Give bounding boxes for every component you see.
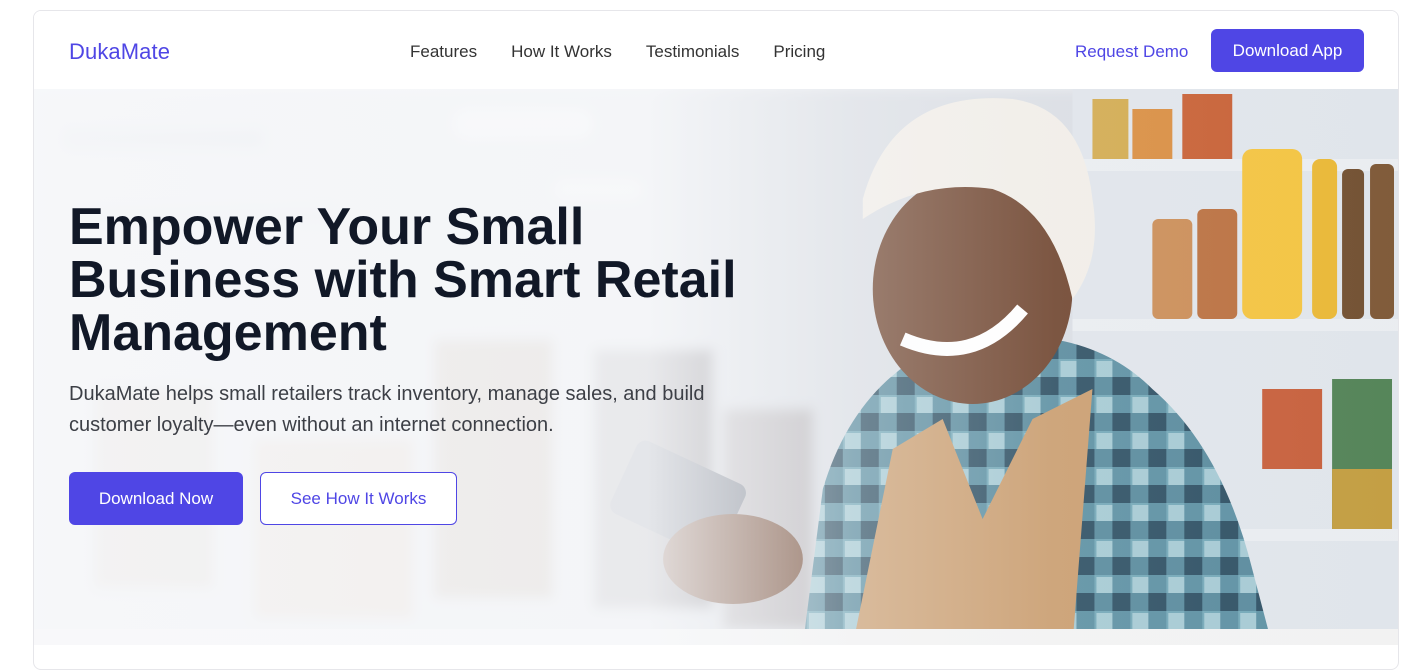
page-frame: DukaMate Features How It Works Testimoni… (33, 10, 1399, 670)
request-demo-link[interactable]: Request Demo (1075, 42, 1188, 62)
hero-section: Empower Your Small Business with Smart R… (34, 89, 1398, 645)
see-how-it-works-button[interactable]: See How It Works (260, 472, 457, 525)
hero-overlay (34, 89, 1398, 645)
nav-link-pricing[interactable]: Pricing (773, 42, 825, 62)
brand-logo[interactable]: DukaMate (69, 39, 170, 65)
nav-link-how-it-works[interactable]: How It Works (511, 42, 612, 62)
download-app-button[interactable]: Download App (1211, 29, 1364, 72)
download-now-button[interactable]: Download Now (69, 472, 243, 525)
nav-link-features[interactable]: Features (410, 42, 477, 62)
nav-links: Features How It Works Testimonials Prici… (410, 42, 825, 62)
nav-link-testimonials[interactable]: Testimonials (646, 42, 740, 62)
hero-subtitle: DukaMate helps small retailers track inv… (69, 383, 705, 436)
top-navbar: DukaMate Features How It Works Testimoni… (34, 11, 1398, 89)
hero-title: Empower Your Small Business with Smart R… (69, 198, 737, 362)
